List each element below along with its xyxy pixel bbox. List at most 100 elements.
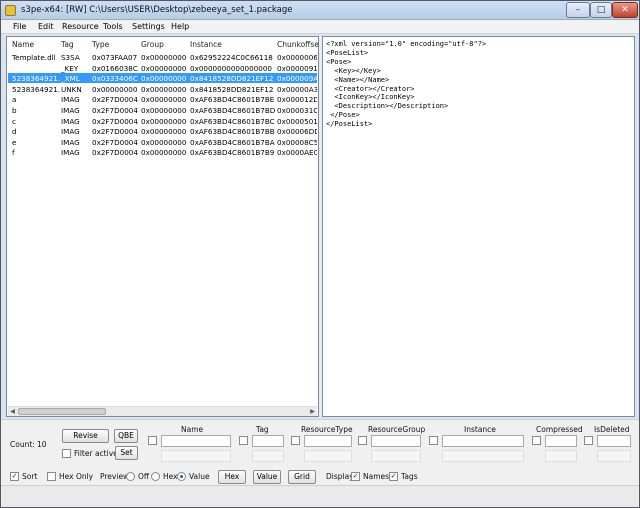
column-header-tag[interactable]: Tag	[61, 40, 74, 49]
filter-header-compressed: Compressed	[536, 425, 583, 434]
cell-type: 0x2F7D0004	[92, 116, 138, 126]
hex-button[interactable]: Hex	[218, 470, 246, 484]
filter-compressed-input[interactable]	[545, 435, 577, 447]
sort-checkbox[interactable]: ✓	[10, 472, 19, 481]
cell-name: Template.dll	[12, 53, 56, 62]
table-row[interactable]: _KEY 0x0166038C 0x00000000 0x00000000000000…	[8, 63, 317, 73]
filter-instance-disabled	[442, 450, 524, 462]
value-button[interactable]: Value	[253, 470, 281, 484]
names-checkbox[interactable]: ✓	[351, 472, 360, 481]
filter-tag-input[interactable]	[252, 435, 284, 447]
menu-settings[interactable]: Settings	[132, 22, 165, 31]
menu-tools[interactable]: Tools	[103, 22, 123, 31]
maximize-button[interactable]: □	[590, 2, 612, 18]
scroll-right-icon[interactable]: ▶	[308, 408, 317, 416]
filter-isdeleted-input[interactable]	[597, 435, 631, 447]
table-row[interactable]: f IMAG 0x2F7D0004 0x00000000 0xAF63BD4C8601B…	[8, 147, 317, 157]
filter-resourcetype-disabled	[304, 450, 352, 462]
filter-header-resourcetype: ResourceType	[301, 425, 353, 434]
table-row[interactable]: 5238364921... UNKN 0x00000000 0x00000000 0x8…	[8, 84, 317, 94]
cell-type: 0x2F7D0004	[92, 148, 138, 158]
xml-line: <PoseList>	[326, 48, 369, 57]
preview-off-label: Off	[138, 472, 150, 481]
cell-group: 0x00000000	[141, 127, 187, 137]
cell-instance: 0x8418528DD821EF12	[190, 84, 274, 94]
filter-active-checkbox[interactable]	[62, 449, 71, 458]
filter-instance-checkbox[interactable]	[429, 436, 438, 445]
horizontal-scrollbar[interactable]: ◀ ▶	[8, 406, 317, 416]
scroll-left-icon[interactable]: ◀	[8, 408, 17, 416]
qbe-button[interactable]: QBE	[114, 429, 138, 443]
cell-tag: IMAG	[61, 137, 80, 147]
tags-checkbox[interactable]: ✓	[389, 472, 398, 481]
cell-instance: 0xAF63BD4C8601B7B9	[190, 148, 275, 158]
cell-chunk: 0x00008C56	[277, 137, 317, 147]
preview-value-radio[interactable]	[177, 472, 186, 481]
cell-name: 5238364921...	[12, 84, 60, 94]
column-header-group[interactable]: Group	[141, 40, 164, 49]
xml-line: <Key></Key>	[326, 66, 381, 75]
cell-type: 0x2F7D0004	[92, 127, 138, 137]
menu-bar: File Edit Resource Tools Settings Help	[1, 20, 639, 34]
sort-label: Sort	[22, 472, 38, 481]
cell-name: e	[12, 137, 17, 147]
cell-name: c	[12, 116, 16, 126]
grid-button[interactable]: Grid	[288, 470, 316, 484]
menu-edit[interactable]: Edit	[38, 22, 54, 31]
filter-instance-input[interactable]	[442, 435, 524, 447]
revise-button[interactable]: Revise	[62, 429, 109, 443]
filter-resourcetype-input[interactable]	[304, 435, 352, 447]
xml-line: </PoseList>	[326, 120, 373, 129]
column-header-instance[interactable]: Instance	[190, 40, 222, 49]
window-title: s3pe-x64: [RW] C:\Users\USER\Desktop\zeb…	[21, 5, 293, 15]
table-row[interactable]: b IMAG 0x2F7D0004 0x00000000 0xAF63BD4C8601B…	[8, 105, 317, 115]
column-header-chunkoffset[interactable]: Chunkoffset	[277, 40, 322, 49]
table-row[interactable]: a IMAG 0x2F7D0004 0x00000000 0xAF63BD4C8601B…	[8, 94, 317, 104]
cell-tag: _KEY	[61, 63, 79, 73]
cell-name: f	[12, 148, 15, 158]
cell-instance: 0x0000000000000000	[190, 63, 272, 73]
set-button[interactable]: Set	[115, 446, 138, 460]
filter-resourcetype-checkbox[interactable]	[291, 436, 300, 445]
hex-only-checkbox[interactable]	[47, 472, 56, 481]
table-row[interactable]: Template.dll S3SA 0x073FAA07 0x00000000 0x62…	[8, 52, 317, 62]
table-row[interactable]: e IMAG 0x2F7D0004 0x00000000 0xAF63BD4C8601B…	[8, 137, 317, 147]
close-button[interactable]: ✕	[612, 2, 638, 18]
xml-line: <IconKey></IconKey>	[326, 93, 415, 102]
menu-file[interactable]: File	[13, 22, 26, 31]
filter-isdeleted-checkbox[interactable]	[584, 436, 593, 445]
preview-pane[interactable]: <?xml version="1.0" encoding="utf-8"?> <P…	[322, 36, 635, 417]
scroll-thumb[interactable]	[18, 408, 106, 415]
preview-off-radio[interactable]	[126, 472, 135, 481]
cell-instance: 0xAF63BD4C8601B7BC	[190, 116, 275, 126]
preview-hex-radio[interactable]	[151, 472, 160, 481]
table-row[interactable]: c IMAG 0x2F7D0004 0x00000000 0xAF63BD4C8601B…	[8, 116, 317, 126]
cell-instance: 0xAF63BD4C8601B7BD	[190, 106, 276, 115]
preview-value-label: Value	[189, 472, 210, 481]
filter-resourcegroup-input[interactable]	[371, 435, 421, 447]
filter-compressed-checkbox[interactable]	[532, 436, 541, 445]
column-header-name[interactable]: Name	[12, 40, 34, 49]
cell-group: 0x00000000	[141, 53, 187, 62]
filter-resourcegroup-disabled	[371, 450, 421, 462]
title-bar: s3pe-x64: [RW] C:\Users\USER\Desktop\zeb…	[1, 1, 639, 20]
cell-tag: _XML	[61, 74, 80, 84]
cell-tag: IMAG	[61, 148, 80, 158]
menu-resource[interactable]: Resource	[62, 22, 99, 31]
table-row[interactable]: 5238364921... _XML 0x0333406C 0x00000000 0x8…	[8, 73, 317, 84]
cell-chunk: 0x0000AE04	[277, 148, 317, 158]
filter-resourcegroup-checkbox[interactable]	[358, 436, 367, 445]
filter-name-input[interactable]	[161, 435, 231, 447]
table-row[interactable]: d IMAG 0x2F7D0004 0x00000000 0xAF63BD4C8601B…	[8, 126, 317, 136]
cell-tag: IMAG	[61, 127, 80, 137]
filter-name-checkbox[interactable]	[148, 436, 157, 445]
resource-list[interactable]: Name Tag Type Group Instance Chunkoffset…	[6, 36, 322, 417]
filter-isdeleted-disabled	[597, 450, 631, 462]
cell-name: d	[12, 127, 17, 137]
menu-help[interactable]: Help	[171, 22, 189, 31]
column-header-type[interactable]: Type	[92, 40, 109, 49]
minimize-button[interactable]: –	[566, 2, 590, 18]
cell-chunk: 0x000009A4	[277, 74, 317, 84]
filter-tag-checkbox[interactable]	[239, 436, 248, 445]
xml-line: </Pose>	[326, 111, 360, 120]
